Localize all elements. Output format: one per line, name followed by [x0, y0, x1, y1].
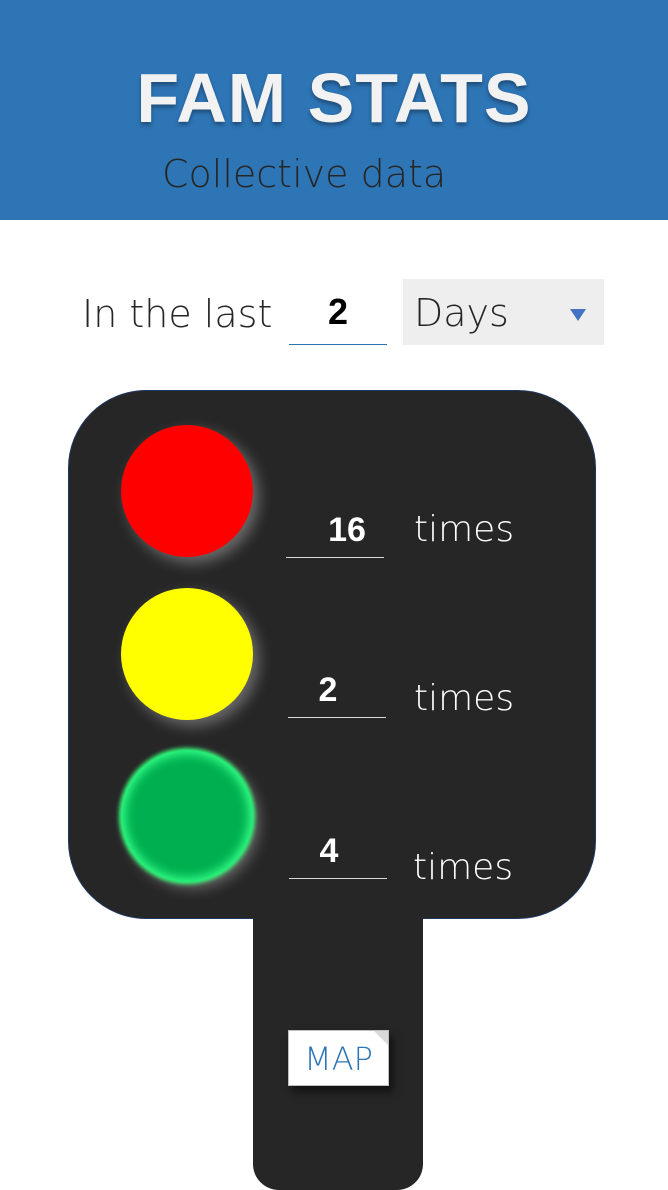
map-button-label: MAP: [304, 1040, 373, 1078]
red-count-suffix: times: [414, 509, 515, 550]
app-title: FAM STATS: [136, 59, 532, 137]
yellow-count-suffix: times: [414, 678, 515, 719]
green-light-icon: [121, 750, 253, 882]
app-subtitle: Collective data: [162, 152, 447, 196]
header-banner: FAM STATS Collective data: [0, 0, 668, 220]
filter-label: In the last: [82, 292, 273, 336]
yellow-count[interactable]: 2: [288, 662, 386, 718]
red-count[interactable]: 16: [286, 502, 384, 558]
triangle-down-icon: [570, 309, 586, 321]
period-input[interactable]: [289, 280, 387, 345]
red-light-icon: [121, 425, 253, 557]
unit-dropdown-value: Days: [414, 291, 509, 335]
yellow-light-icon: [121, 588, 253, 720]
map-button[interactable]: MAP: [288, 1030, 389, 1086]
green-count[interactable]: 4: [289, 823, 387, 879]
unit-dropdown[interactable]: Days: [403, 279, 604, 345]
green-count-suffix: times: [413, 847, 514, 888]
